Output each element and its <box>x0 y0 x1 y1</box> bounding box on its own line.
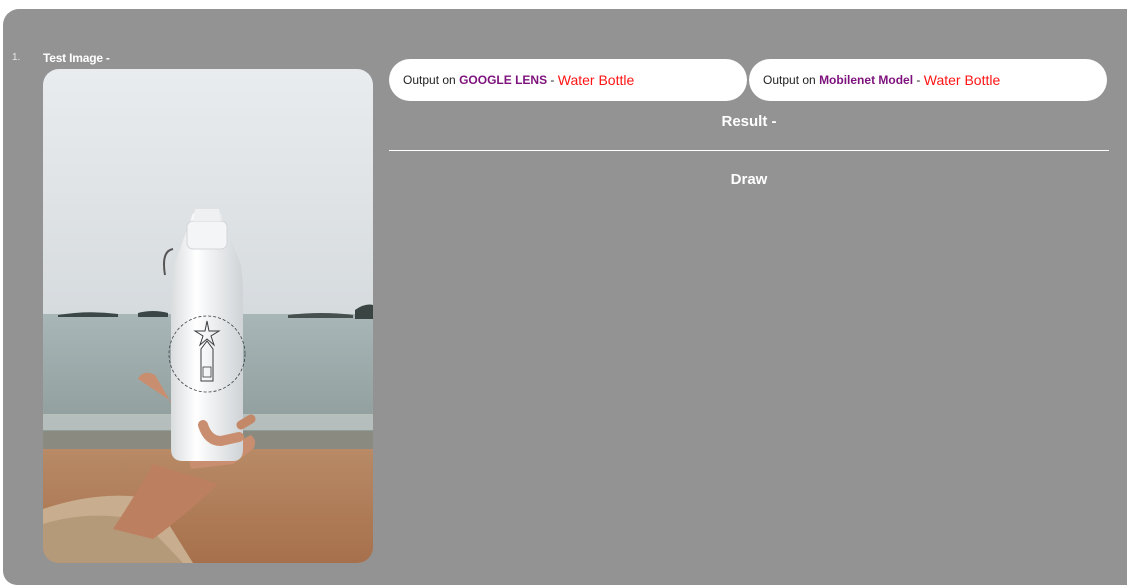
list-number: 1. <box>12 52 21 63</box>
output-separator: - <box>916 73 921 87</box>
output-prefix: Output on <box>763 73 816 87</box>
test-image-heading: Test Image - <box>43 51 110 65</box>
divider <box>389 150 1109 151</box>
output-prefix: Output on <box>403 73 456 87</box>
output-google-lens: Output on GOOGLE LENS - Water Bottle <box>389 59 747 101</box>
prediction-label: Water Bottle <box>923 72 1001 88</box>
test-image <box>43 69 373 563</box>
result-value: Draw <box>730 171 768 188</box>
result-card: 1. Test Image - Output on GOOGLE LENS - … <box>3 9 1127 585</box>
result-heading: Result - <box>721 113 777 130</box>
output-mobilenet: Output on Mobilenet Model - Water Bottle <box>749 59 1107 101</box>
model-name: GOOGLE LENS <box>459 73 548 87</box>
model-name: Mobilenet Model <box>819 73 914 87</box>
output-separator: - <box>550 73 555 87</box>
prediction-label: Water Bottle <box>557 72 635 88</box>
